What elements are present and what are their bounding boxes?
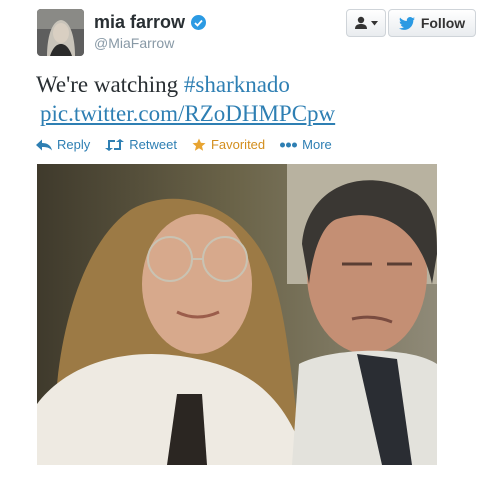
- display-name[interactable]: mia farrow: [94, 12, 207, 33]
- tweet-photo[interactable]: [37, 164, 437, 465]
- tweet-card: mia farrow @MiaFarrow Follow We're watch…: [0, 0, 483, 481]
- avatar[interactable]: [37, 9, 84, 56]
- verified-badge-icon: [191, 15, 207, 30]
- retweet-action[interactable]: Retweet: [105, 137, 177, 152]
- caret-down-icon: [371, 20, 378, 25]
- favorite-action[interactable]: Favorited: [192, 137, 265, 152]
- display-name-text[interactable]: mia farrow: [94, 12, 185, 33]
- hashtag-link[interactable]: #sharknado: [184, 72, 290, 97]
- more-dots-icon: [280, 142, 298, 147]
- favorited-label: Favorited: [210, 137, 266, 152]
- tweet-actions: Reply Retweet Favorited More: [36, 137, 347, 152]
- tweet-text-body: We're watching: [36, 72, 184, 97]
- reply-icon: [36, 139, 52, 150]
- user-actions-button[interactable]: [346, 9, 386, 37]
- media-link[interactable]: pic.twitter.com/RZoDHMPCpw: [36, 101, 335, 126]
- reply-action[interactable]: Reply: [36, 137, 90, 152]
- tweet-text: We're watching #sharknado pic.twitter.co…: [36, 70, 456, 128]
- follow-label: Follow: [420, 15, 466, 31]
- follow-button[interactable]: Follow: [388, 9, 476, 37]
- user-handle[interactable]: @MiaFarrow: [94, 35, 174, 51]
- retweet-label: Retweet: [129, 137, 177, 152]
- user-actions-icon: [355, 16, 367, 29]
- reply-label: Reply: [57, 137, 91, 152]
- retweet-icon: [105, 138, 125, 151]
- more-label: More: [302, 137, 332, 152]
- twitter-bird-icon: [398, 16, 415, 30]
- more-action[interactable]: More: [280, 137, 332, 152]
- star-icon: [192, 138, 206, 151]
